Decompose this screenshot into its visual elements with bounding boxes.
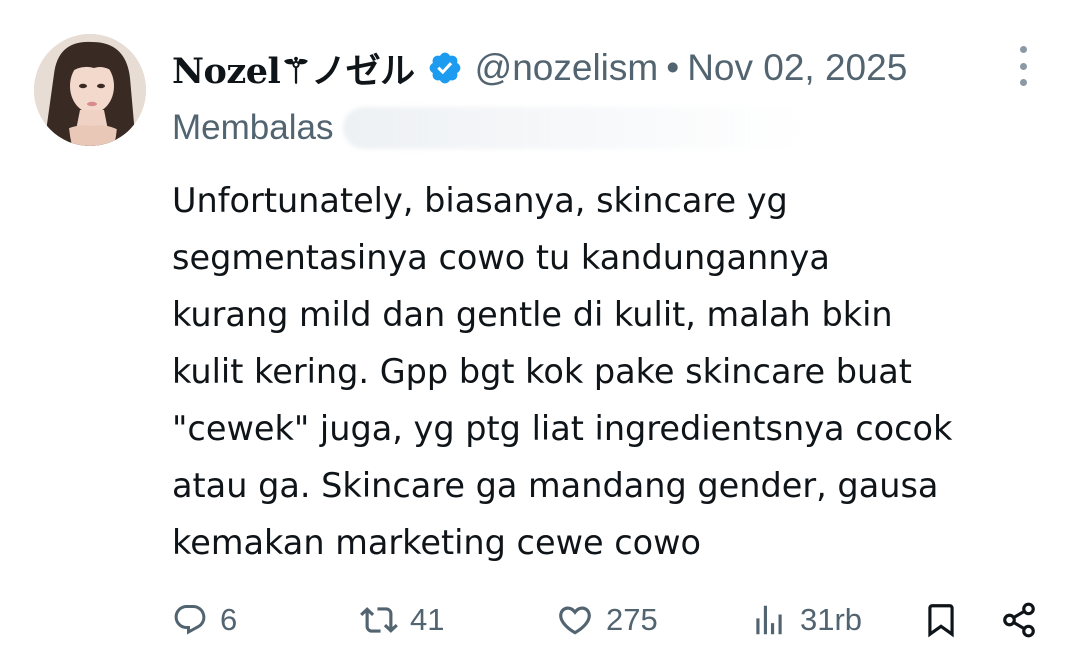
reply-context: Membalas	[172, 104, 804, 152]
avatar[interactable]	[34, 34, 146, 146]
display-name[interactable]: Nozel⚚ノゼル	[172, 43, 415, 94]
reply-button[interactable]: 6	[172, 592, 237, 648]
tweet-text: Unfortunately, biasanya, skincare yg seg…	[172, 181, 953, 562]
reply-icon	[174, 605, 206, 635]
views-icon	[756, 605, 782, 635]
more-dot	[1019, 62, 1027, 70]
repost-count: 41	[410, 602, 445, 637]
heart-icon	[559, 606, 591, 635]
more-options-icon[interactable]	[1008, 46, 1038, 86]
share-button[interactable]	[1000, 592, 1038, 648]
more-dot	[1019, 79, 1027, 86]
more-dot	[1019, 46, 1027, 53]
handle[interactable]: @nozelism	[475, 47, 659, 89]
avatar-image	[34, 34, 146, 146]
action-bar: 6 41 275 31rb	[0, 592, 1080, 652]
tweet-date[interactable]: Nov 02, 2025	[687, 47, 907, 89]
like-count: 275	[606, 602, 658, 637]
repost-button[interactable]: 41	[360, 592, 444, 648]
bookmark-icon	[928, 604, 954, 638]
separator-dot: •	[666, 47, 680, 88]
reply-count: 6	[220, 602, 238, 637]
reply-target-redacted[interactable]	[343, 107, 804, 149]
verified-badge-icon	[427, 50, 463, 86]
tweet-header: Nozel⚚ノゼル @nozelism • Nov 02, 2025	[172, 40, 907, 96]
like-button[interactable]: 275	[556, 592, 658, 648]
reply-label: Membalas	[172, 108, 334, 147]
bookmark-button[interactable]	[922, 592, 960, 648]
repost-icon	[360, 607, 398, 633]
share-icon	[1003, 602, 1035, 638]
views-count: 31rb	[800, 602, 863, 637]
views-button[interactable]: 31rb	[750, 592, 862, 648]
